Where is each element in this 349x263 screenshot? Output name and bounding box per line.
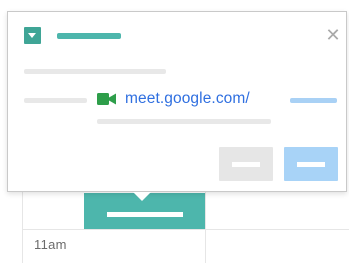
close-icon[interactable]: ✕ [321,23,345,47]
event-title-placeholder [107,212,183,217]
popup-pointer [133,192,151,201]
link-trailing-placeholder [290,98,337,103]
button-label-placeholder [297,162,325,167]
video-camera-icon [97,93,116,105]
meet-link[interactable]: meet.google.com/ [125,90,250,108]
event-details-popup: ✕ meet.google.com/ [7,11,347,192]
meet-link-row[interactable]: meet.google.com/ [97,89,250,109]
primary-button[interactable] [284,147,338,181]
grid-line [22,192,23,263]
secondary-button[interactable] [219,147,273,181]
event-title-placeholder [57,33,121,39]
grid-line [205,192,206,263]
grid-line [22,229,349,230]
button-label-placeholder [232,162,260,167]
calendar-view: 11am ✕ meet.google.com/ [0,0,349,263]
detail-line-placeholder [24,69,166,74]
time-label: 11am [34,237,67,252]
detail-line-placeholder [24,98,87,103]
detail-line-placeholder [97,119,271,124]
calendar-chip-icon [24,27,41,44]
